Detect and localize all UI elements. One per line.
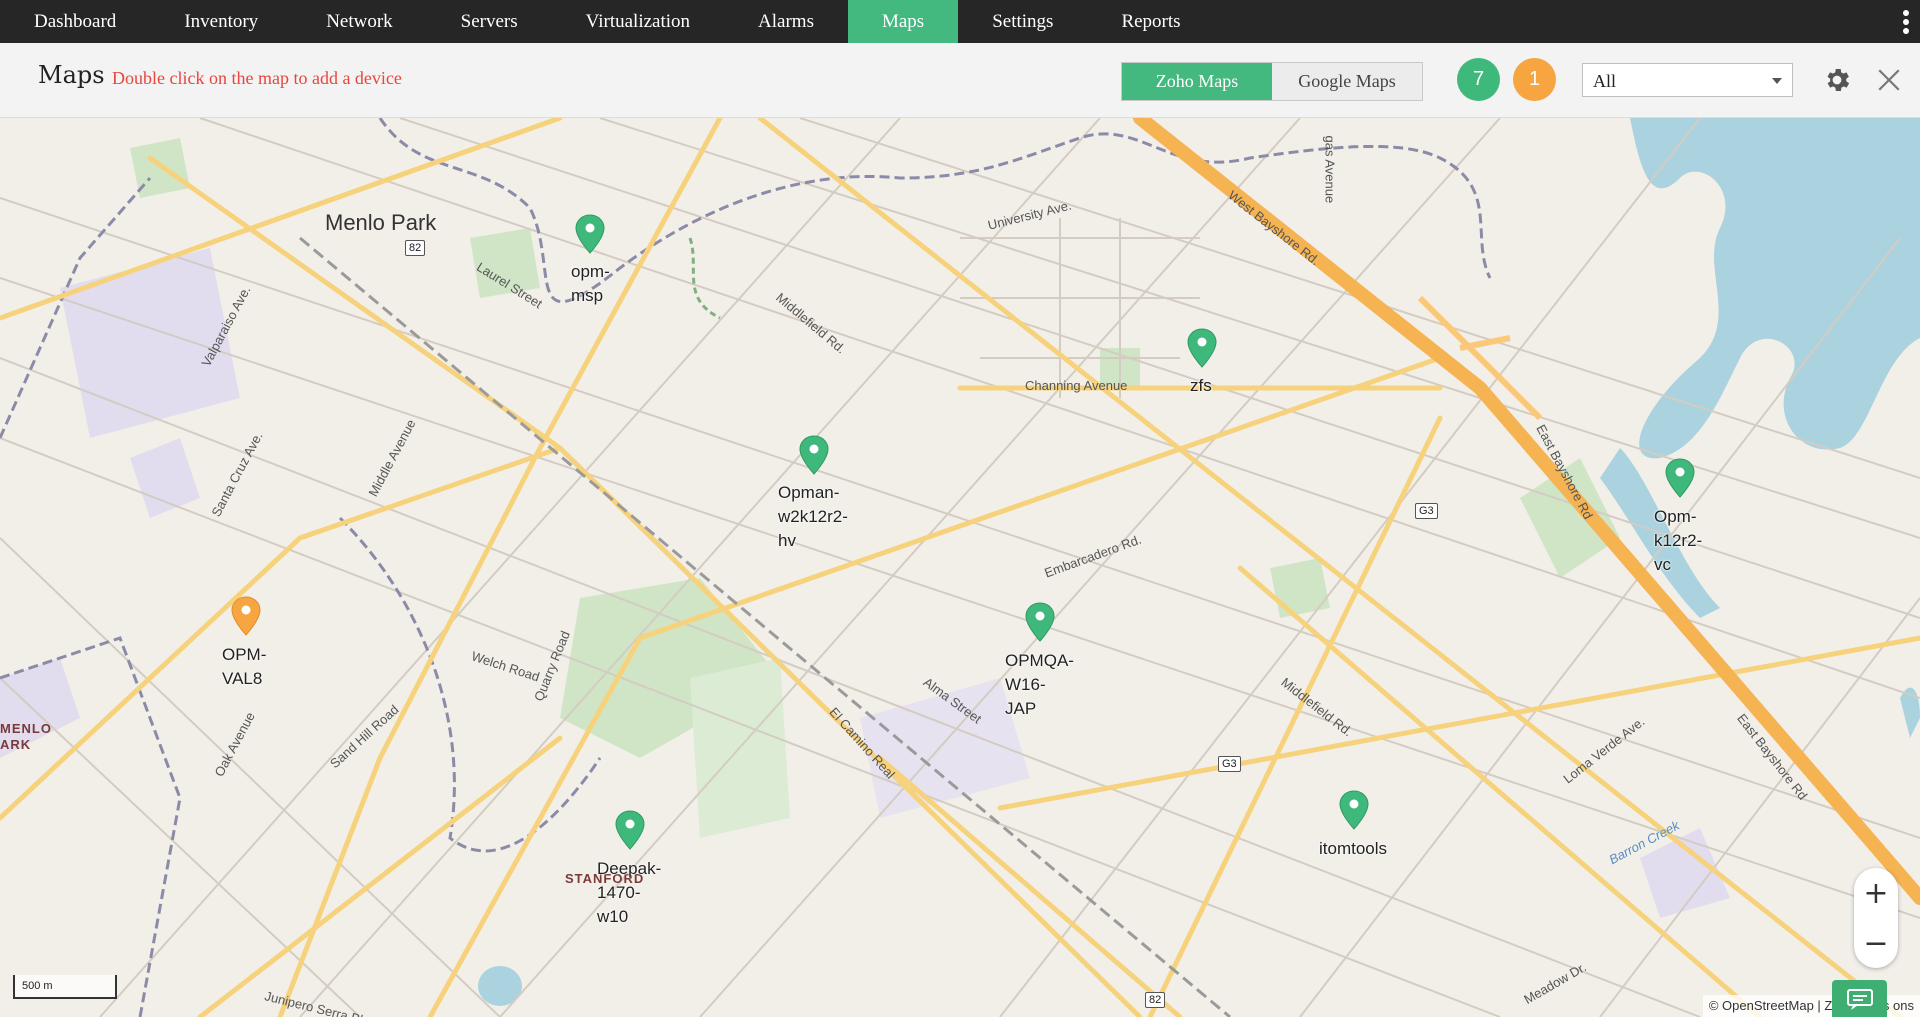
zoom-out-button[interactable]: − [1854,918,1898,968]
nav-servers[interactable]: Servers [427,0,552,43]
map-pin-icon [615,810,645,850]
device-marker[interactable] [1665,458,1695,498]
device-label[interactable]: OPM- VAL8 [222,643,266,691]
gear-icon[interactable] [1822,65,1852,95]
device-marker[interactable] [1187,328,1217,368]
up-count-badge[interactable]: 7 [1457,58,1500,101]
route-shield: G3 [1218,756,1241,772]
device-label[interactable]: Opman-w2k12r2- hv [778,481,848,553]
nav-alarms[interactable]: Alarms [724,0,848,43]
zoom-controls: + − [1854,868,1898,968]
device-marker[interactable] [615,810,645,850]
chat-button[interactable] [1832,980,1887,1017]
map-canvas[interactable]: Menlo Park MENLO ARK STANFORD University… [0,118,1920,1017]
nav-virtualization[interactable]: Virtualization [552,0,724,43]
map-pin-icon [1025,602,1055,642]
down-count-badge[interactable]: 1 [1513,58,1556,101]
zoom-in-button[interactable]: + [1854,868,1898,918]
filter-value: All [1593,71,1617,91]
nav-settings[interactable]: Settings [958,0,1087,43]
maps-header: Maps Double click on the map to add a de… [0,43,1920,118]
close-icon[interactable] [1876,67,1902,93]
device-label[interactable]: Opm-k12r2- vc [1654,505,1702,577]
map-tiles [0,118,1920,1017]
device-label[interactable]: opm-msp [571,260,610,308]
nav-reports[interactable]: Reports [1087,0,1214,43]
device-marker[interactable] [799,435,829,475]
category-filter-select[interactable]: All [1582,63,1793,97]
map-attribution: © OpenStreetMap | Zoho Maps ons [1702,995,1920,1017]
map-source-toggle: Zoho Maps Google Maps [1121,62,1423,101]
map-pin-icon [1665,458,1695,498]
zoho-maps-button[interactable]: Zoho Maps [1122,63,1272,100]
device-label[interactable]: Deepak- 1470- w10 [597,857,661,929]
add-device-hint: Double click on the map to add a device [112,68,402,88]
map-pin-icon [1339,790,1369,830]
device-marker[interactable] [231,596,261,636]
device-label[interactable]: zfs [1190,374,1212,398]
route-shield: 82 [405,240,426,256]
route-shield: 82 [1145,992,1166,1008]
chevron-down-icon [1772,78,1782,84]
page-title: Maps [38,61,105,89]
map-pin-icon [799,435,829,475]
nav-inventory[interactable]: Inventory [150,0,292,43]
device-marker[interactable] [1339,790,1369,830]
nav-network[interactable]: Network [292,0,426,43]
device-marker[interactable] [1025,602,1055,642]
google-maps-button[interactable]: Google Maps [1272,63,1422,100]
chat-icon [1846,988,1873,1010]
device-label[interactable]: OPMQA- W16- JAP [1005,649,1074,721]
nav-dashboard[interactable]: Dashboard [0,0,150,43]
scale-bar: 500 m [13,975,117,999]
device-label[interactable]: itomtools [1319,837,1387,861]
nav-maps[interactable]: Maps [847,0,959,43]
device-marker[interactable] [575,214,605,254]
route-shield: G3 [1415,503,1438,519]
top-navigation: Dashboard Inventory Network Servers Virt… [0,0,1920,43]
more-options-icon[interactable] [1902,10,1910,34]
map-pin-icon [231,596,261,636]
map-pin-icon [1187,328,1217,368]
map-pin-icon [575,214,605,254]
